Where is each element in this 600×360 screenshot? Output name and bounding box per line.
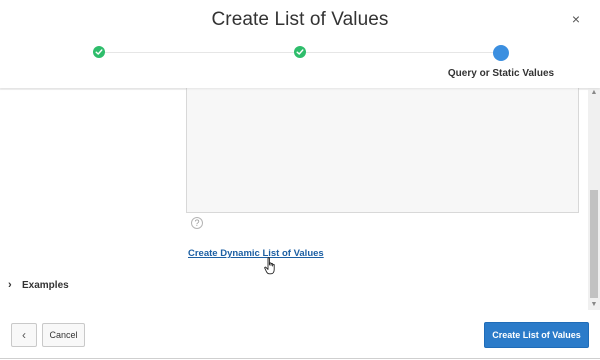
check-icon <box>95 49 103 55</box>
scroll-down-arrow-icon[interactable]: ▼ <box>588 300 600 310</box>
create-list-of-values-button[interactable]: Create List of Values <box>484 322 589 348</box>
footer-bottom-divider <box>0 358 600 359</box>
check-icon <box>296 49 304 55</box>
create-lov-dialog: Create List of Values × Query or Static … <box>0 0 600 360</box>
dialog-body: ? Create Dynamic List of Values › Example… <box>0 88 600 310</box>
body-scrollbar[interactable]: ▲ ▼ <box>588 88 600 310</box>
dialog-footer: ‹ Cancel Create List of Values <box>0 310 600 360</box>
create-dynamic-lov-link[interactable]: Create Dynamic List of Values <box>188 248 324 259</box>
scrollbar-thumb[interactable] <box>590 190 598 298</box>
examples-label: Examples <box>22 280 69 291</box>
examples-toggle[interactable]: › Examples <box>8 279 69 291</box>
chevron-right-icon: › <box>8 279 12 291</box>
wizard-step-2-complete <box>294 46 306 58</box>
dialog-title: Create List of Values <box>211 9 389 30</box>
static-values-textarea[interactable] <box>186 88 579 213</box>
wizard-step-1-complete <box>93 46 105 58</box>
back-button[interactable]: ‹ <box>11 323 37 347</box>
dialog-header: Create List of Values × Query or Static … <box>0 0 600 88</box>
close-icon[interactable]: × <box>569 12 583 26</box>
help-icon[interactable]: ? <box>191 217 203 229</box>
hand-pointer-cursor-icon <box>264 257 275 275</box>
wizard-step-label: Query or Static Values <box>447 68 555 79</box>
wizard-step-3-current <box>493 45 509 61</box>
scroll-up-arrow-icon[interactable]: ▲ <box>588 88 600 98</box>
cancel-button[interactable]: Cancel <box>42 323 85 347</box>
